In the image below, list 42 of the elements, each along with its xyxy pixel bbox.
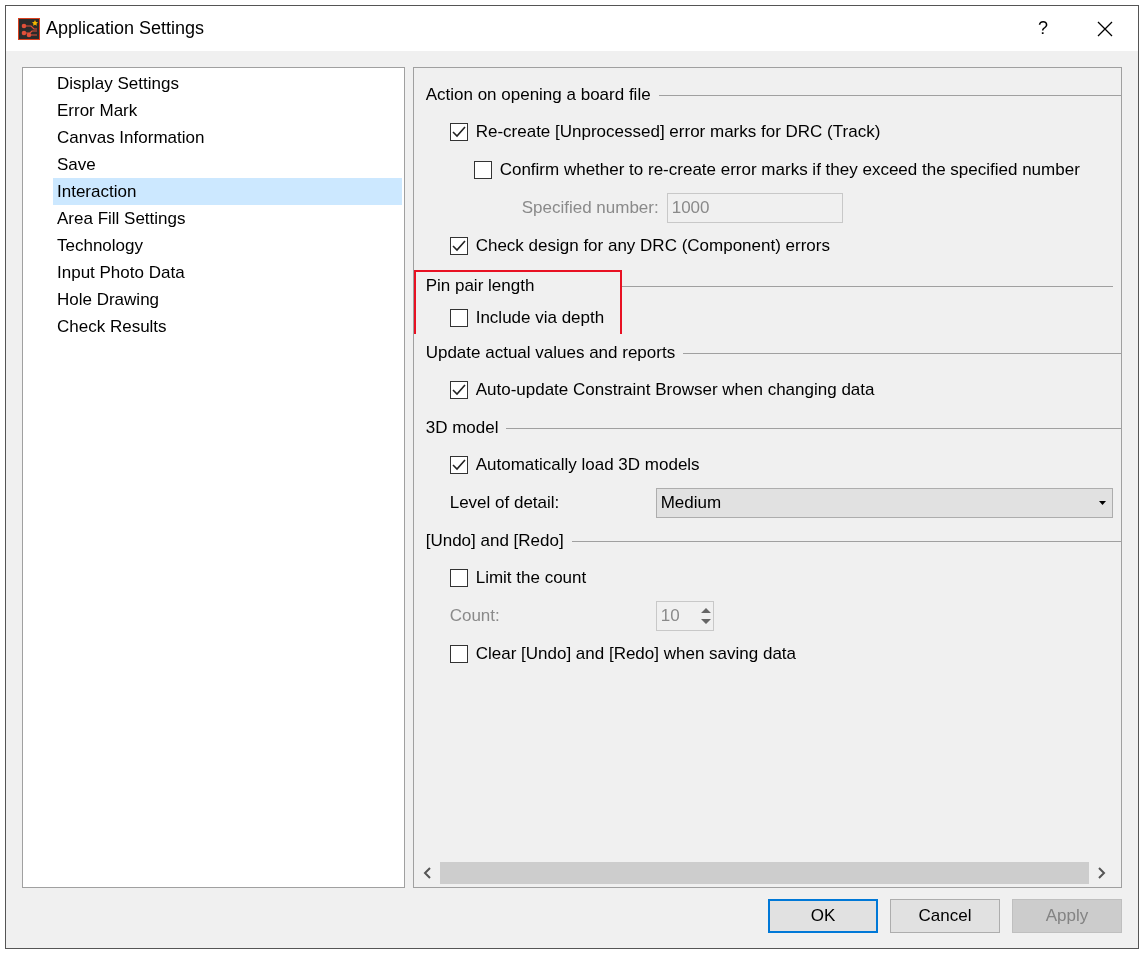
caret-icon <box>1099 501 1106 505</box>
checkbox[interactable] <box>449 309 468 327</box>
field-label: Level of detail: <box>449 493 561 513</box>
section-heading: [Undo] and [Redo] <box>425 530 564 550</box>
dialog-button[interactable]: Cancel <box>890 899 1000 933</box>
field-label: Specified number: <box>521 198 659 218</box>
checkbox-label: Re-create [Unprocessed] error marks for DRC (Track) <box>475 122 881 142</box>
checkbox[interactable] <box>449 569 468 587</box>
category-item[interactable]: Input Photo Data <box>53 259 402 286</box>
checkbox-label: Confirm whether to re-create error marks if they exceed the specified number <box>499 160 1080 180</box>
category-item[interactable]: Save <box>53 151 402 178</box>
checkbox[interactable] <box>449 381 468 399</box>
help-button[interactable]: ? <box>1020 8 1066 49</box>
category-item[interactable]: Error Mark <box>53 97 402 124</box>
checkbox-label: Check design for any DRC (Component) errors <box>475 236 830 256</box>
checkbox-label: Auto-update Constraint Browser when changing data <box>475 380 875 400</box>
checkbox[interactable] <box>449 123 468 141</box>
section-heading: Update actual values and reports <box>425 342 676 362</box>
checkbox[interactable] <box>449 456 468 474</box>
category-item[interactable]: Technology <box>53 232 402 259</box>
dropdown[interactable]: Medium <box>655 488 1113 518</box>
category-item[interactable]: Check Results <box>53 313 402 340</box>
category-item[interactable]: Interaction <box>53 178 402 205</box>
section-heading: 3D model <box>425 417 499 437</box>
checkbox[interactable] <box>449 237 468 255</box>
app-icon <box>18 17 40 40</box>
checkbox[interactable] <box>449 645 468 663</box>
dialog-button[interactable]: OK <box>768 899 878 933</box>
field-label: Count: <box>449 606 501 626</box>
checkbox-label: Include via depth <box>475 308 605 328</box>
checkbox[interactable] <box>473 161 492 179</box>
checkbox-label: Limit the count <box>475 568 587 588</box>
window-title: Application Settings <box>46 18 206 39</box>
category-item[interactable]: Area Fill Settings <box>53 205 402 232</box>
category-item[interactable]: Canvas Information <box>53 124 402 151</box>
section-heading: Pin pair length <box>425 276 535 295</box>
checkbox-label: Clear [Undo] and [Redo] when saving data <box>475 644 797 664</box>
category-item[interactable]: Display Settings <box>53 70 402 97</box>
close-icon <box>1097 20 1113 37</box>
section-heading: Action on opening a board file <box>425 84 651 104</box>
checkbox-label: Automatically load 3D models <box>475 455 700 475</box>
category-item[interactable]: Hole Drawing <box>53 286 402 313</box>
